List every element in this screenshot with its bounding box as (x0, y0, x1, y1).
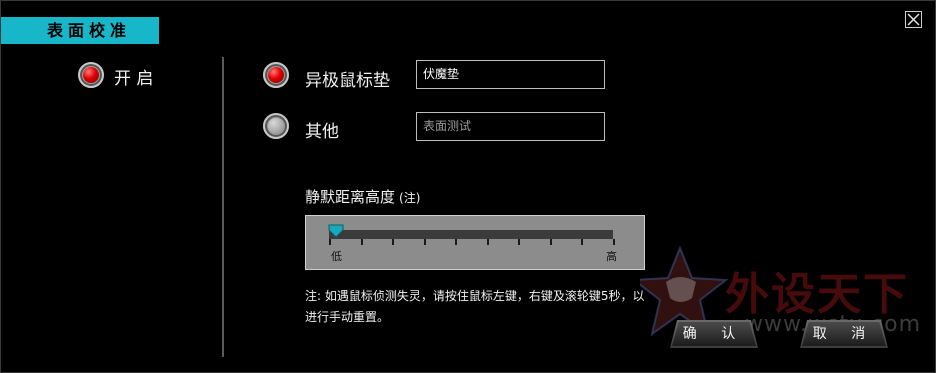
slider-tick (613, 239, 615, 245)
surface-option-mousepad-radio[interactable] (263, 62, 289, 88)
slider-tick (487, 239, 489, 245)
close-icon (907, 13, 920, 26)
slider-tick (550, 239, 552, 245)
radio-selected-indicator (83, 67, 99, 83)
radio-unselected-indicator (268, 118, 284, 134)
surface-test-input[interactable]: 表面测试 (416, 112, 605, 141)
cancel-button[interactable]: 取 消 (800, 320, 888, 348)
silence-height-slider[interactable]: 低 高 (305, 215, 645, 270)
enable-radio[interactable] (78, 62, 104, 88)
slider-tick (518, 239, 520, 245)
close-button[interactable] (905, 11, 922, 28)
slider-tick (424, 239, 426, 245)
silence-height-title-text: 静默距离高度 (305, 188, 396, 206)
slider-tick (581, 239, 583, 245)
slider-tick (392, 239, 394, 245)
slider-low-label: 低 (331, 250, 342, 263)
slider-tick (329, 239, 331, 245)
silence-height-title: 静默距离高度 (注) (305, 186, 420, 207)
reset-note: 注: 如遇鼠标侦测失灵，请按住鼠标左键，右键及滚轮键5秒，以进行手动重置。 (305, 289, 645, 324)
surface-option-mousepad-label: 异极鼠标垫 (305, 71, 390, 91)
enable-label: 开 启 (114, 69, 154, 89)
slider-tick (361, 239, 363, 245)
dialog-title: 表面校准 (1, 17, 159, 44)
radio-selected-indicator (268, 67, 284, 83)
surface-option-other-label: 其他 (305, 122, 339, 142)
slider-tick (455, 239, 457, 245)
surface-option-other-radio[interactable] (263, 113, 289, 139)
slider-track[interactable] (329, 230, 615, 245)
silence-height-note: (注) (399, 191, 421, 205)
vertical-divider (222, 57, 224, 357)
confirm-button[interactable]: 确 认 (670, 320, 758, 348)
slider-thumb[interactable] (328, 224, 344, 238)
slider-high-label: 高 (606, 250, 617, 263)
mousepad-name-input[interactable]: 伏魔垫 (416, 60, 605, 89)
